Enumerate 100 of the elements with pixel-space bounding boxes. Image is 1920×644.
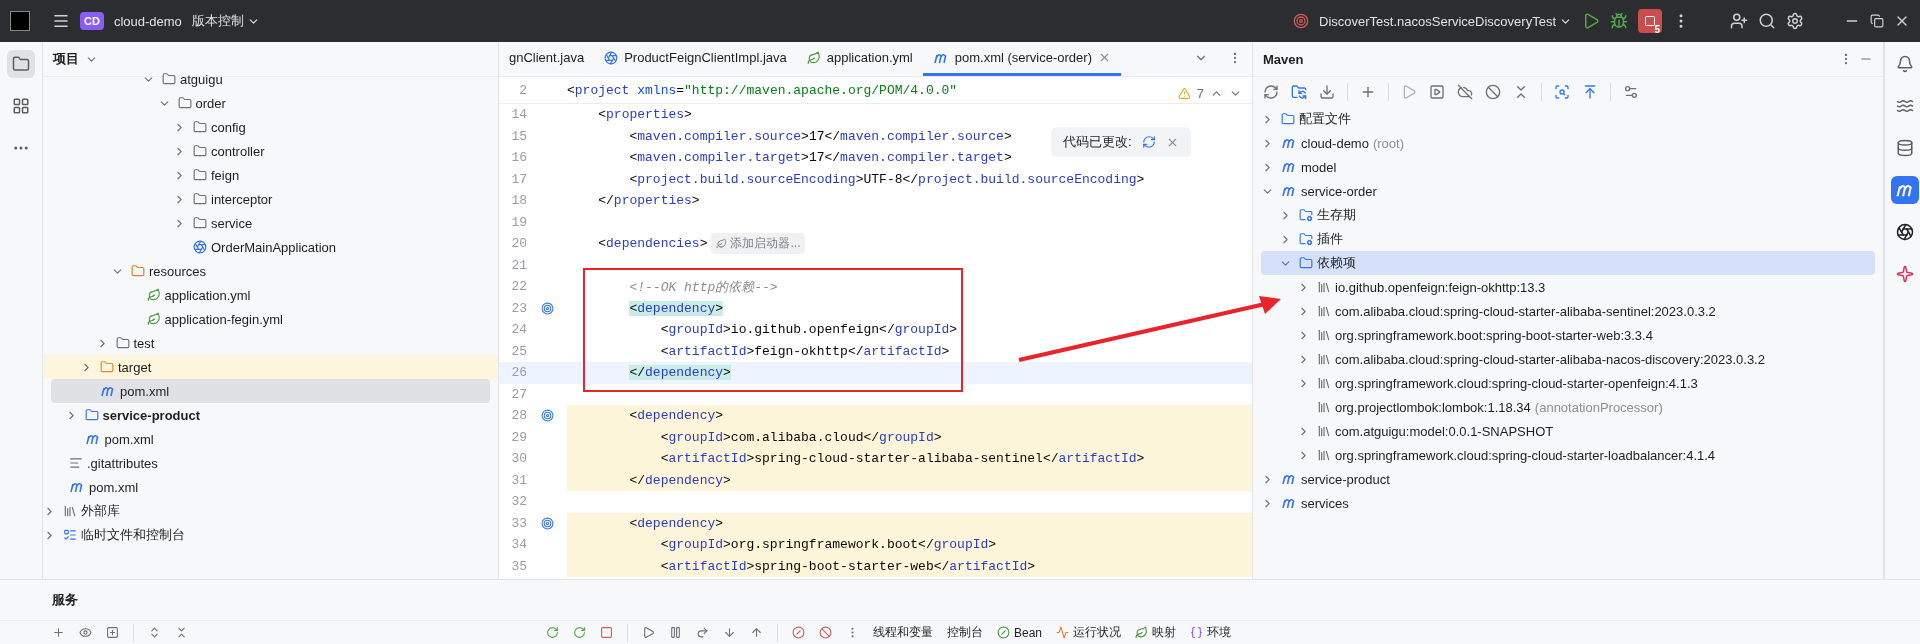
add-icon[interactable] (52, 626, 65, 639)
tree-item[interactable]: org.projectlombok:lombok:1.18.34 (annotationProcessor) (1253, 395, 1883, 419)
tree-item[interactable]: com.atguigu:model:0.0.1-SNAPSHOT (1253, 419, 1883, 443)
library-icon (1317, 424, 1331, 438)
resume-icon[interactable] (642, 626, 655, 639)
tree-item[interactable]: service (43, 211, 498, 235)
services-tab[interactable]: 运行状况 (1056, 624, 1122, 641)
target-icon[interactable] (541, 409, 554, 423)
tree-item[interactable]: 生存期 (1253, 203, 1883, 227)
tree-item[interactable]: service-product (1253, 467, 1883, 491)
target-icon[interactable] (541, 301, 554, 315)
tree-item[interactable]: test (43, 331, 498, 355)
tree-item[interactable]: 依赖项 (1261, 251, 1875, 275)
restore-icon[interactable] (1870, 14, 1884, 28)
tree-item[interactable]: .gitattributes (43, 451, 498, 475)
breakpoint-icon[interactable] (792, 626, 805, 639)
tree-item[interactable]: com.alibaba.cloud:spring-cloud-starter-alibaba-nacos-discovery:2023.0.3.2 (1253, 347, 1883, 371)
run-icon[interactable] (1582, 12, 1600, 30)
mute-icon[interactable] (819, 626, 832, 639)
code-line: <dependency> (628, 408, 724, 424)
tree-item[interactable]: pom.xml (43, 475, 498, 499)
add-user-icon[interactable] (1730, 12, 1748, 30)
folder-icon (115, 336, 130, 350)
tree-item[interactable]: target (43, 355, 498, 379)
tree-item[interactable]: application.yml (43, 283, 498, 307)
pause-icon[interactable] (669, 626, 682, 639)
tree-item[interactable]: service-product (43, 403, 498, 427)
library-icon (1317, 328, 1331, 342)
menu-icon[interactable] (52, 12, 70, 30)
step-out-icon[interactable] (750, 626, 763, 639)
line-number: 17 (510, 171, 527, 187)
editor-tab[interactable]: gnClient.java (499, 42, 595, 76)
tree-item[interactable]: resources (43, 259, 498, 283)
tree-item[interactable]: 临时文件和控制台 (43, 523, 498, 547)
rerun-icon[interactable] (573, 626, 586, 639)
reload-icon[interactable] (1141, 135, 1156, 149)
download-icon[interactable] (1319, 84, 1335, 100)
library-icon (1317, 280, 1331, 294)
tree-item[interactable]: 配置文件 (1253, 107, 1883, 131)
offline-icon[interactable] (1457, 84, 1473, 100)
editor-tab[interactable]: application.yml (796, 42, 923, 76)
line-number: 35 (510, 558, 527, 574)
editor-tab[interactable]: pom.xml (service-order) (922, 42, 1121, 76)
tree-item[interactable]: io.github.openfeign:feign-okhttp:13.3 (1253, 275, 1883, 299)
tree-item[interactable]: org.springframework.cloud:spring-cloud-starter-openfeign:4.1.3 (1253, 371, 1883, 395)
settings-icon[interactable] (1623, 84, 1639, 100)
tree-item[interactable]: model (1253, 155, 1883, 179)
code-line: <maven.compiler.source>17</maven.compiler.source> (628, 128, 1012, 144)
tree-item[interactable]: interceptor (43, 187, 498, 211)
services-tab[interactable]: 线程和变量 (873, 624, 933, 641)
tree-item[interactable]: 插件 (1253, 227, 1883, 251)
rerun-icon[interactable] (546, 626, 559, 639)
vcs-menu[interactable]: 版本控制 (191, 12, 260, 30)
services-tab[interactable]: 控制台 (947, 624, 983, 641)
tree-item[interactable]: pom.xml (51, 379, 490, 403)
tree-item[interactable]: cloud-demo (root) (1253, 131, 1883, 155)
tree-item[interactable]: application-fegin.yml (43, 307, 498, 331)
tree-item[interactable]: order (43, 91, 498, 115)
target-icon[interactable] (541, 516, 554, 530)
maven-tool-button[interactable] (1891, 176, 1919, 204)
search-icon[interactable] (1758, 12, 1776, 30)
services-tab[interactable]: 映射 (1135, 624, 1177, 641)
tree-item[interactable]: com.alibaba.cloud:spring-cloud-starter-alibaba-sentinel:2023.0.3.2 (1253, 299, 1883, 323)
tree-item[interactable]: org.springframework.cloud:spring-cloud-starter-loadbalancer:4.1.4 (1253, 443, 1883, 467)
line-number: 15 (510, 128, 527, 144)
leaf-icon (1135, 626, 1149, 639)
refresh-icon[interactable] (1263, 84, 1279, 100)
services-tab[interactable]: 环境 (1190, 624, 1232, 641)
tree-item[interactable]: pom.xml (43, 427, 498, 451)
folder-icon[interactable] (7, 50, 35, 78)
code-line: </dependency> (628, 472, 731, 488)
stop-button[interactable]: 5 (1638, 9, 1662, 33)
eye-icon[interactable] (79, 626, 92, 639)
collapse-icon[interactable] (175, 626, 188, 639)
editor-tab[interactable]: ProductFeignClientImpl.java (594, 42, 797, 76)
run-config-selector[interactable]: DiscoverTest.nacosServiceDiscoveryTest (1319, 13, 1572, 29)
tree-item[interactable]: controller (43, 139, 498, 163)
folder-sync-icon[interactable] (1291, 84, 1307, 100)
step-over-icon[interactable] (696, 626, 709, 639)
pulse-icon (1056, 626, 1070, 639)
tree-item[interactable]: config (43, 115, 498, 139)
tree-item[interactable]: org.springframework.boot:spring-boot-starter-web:3.3.4 (1253, 323, 1883, 347)
line-number: 20 (510, 236, 527, 252)
tree-item[interactable]: atguigu (43, 67, 498, 91)
inlay-hint[interactable]: 添加启动器... (711, 233, 806, 255)
tree-item[interactable]: service-order (1253, 179, 1883, 203)
tree-item[interactable]: OrderMainApplication (43, 235, 498, 259)
step-into-icon[interactable] (723, 626, 736, 639)
new-group-icon[interactable] (106, 626, 119, 639)
stop-icon[interactable] (600, 626, 613, 639)
add-icon[interactable] (1360, 84, 1376, 100)
services-tab[interactable]: Bean (997, 625, 1043, 640)
settings-icon[interactable] (1786, 12, 1804, 30)
analyze-icon[interactable] (1554, 84, 1570, 100)
tree-item[interactable]: services (1253, 491, 1883, 515)
expand-icon[interactable] (148, 626, 161, 639)
tree-item[interactable]: 外部库 (43, 499, 498, 523)
bug-icon[interactable] (1610, 12, 1628, 30)
project-switcher[interactable]: cloud-demo (113, 13, 182, 29)
tree-item[interactable]: feign (43, 163, 498, 187)
